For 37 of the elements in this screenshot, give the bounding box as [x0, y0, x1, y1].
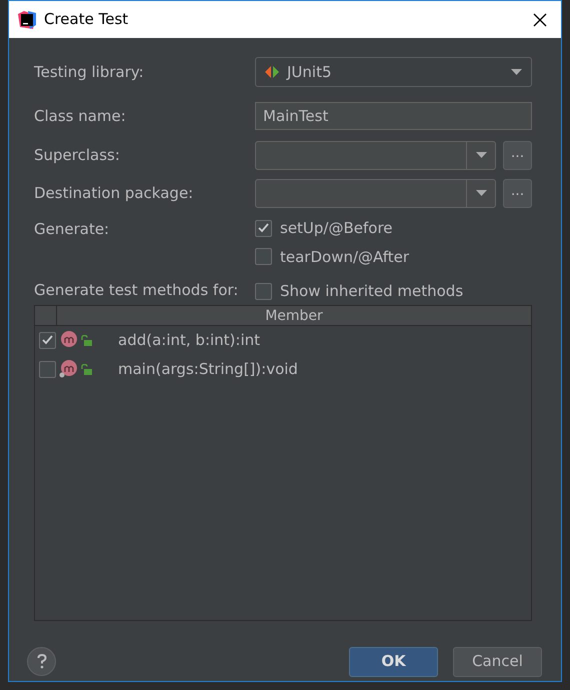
row-checkbox[interactable]	[39, 360, 56, 378]
checkmark-icon	[258, 223, 269, 234]
member-cell-text: main(args:String[]):void	[118, 358, 298, 380]
field-label: Testing library:	[34, 62, 145, 83]
combo-box[interactable]	[255, 178, 496, 208]
member-cell-text: add(a:int, b:int):int	[118, 330, 260, 351]
field-label: Generate:	[34, 219, 110, 240]
close-icon[interactable]	[533, 12, 547, 26]
field-label: Superclass:	[34, 144, 121, 166]
app-logo-icon	[18, 10, 36, 28]
junit-icon	[265, 66, 279, 78]
checkbox[interactable]	[255, 220, 272, 237]
library-dropdown[interactable]: JUnit5	[255, 57, 532, 87]
field-label: Destination package:	[34, 182, 194, 204]
browse-button[interactable]: ...	[503, 140, 532, 170]
checkbox-label: tearDown/@After	[280, 246, 410, 268]
checkbox-label: setUp/@Before	[280, 218, 393, 239]
browse-button[interactable]: ...	[503, 178, 532, 208]
checkbox[interactable]	[255, 248, 272, 266]
caret-icon	[511, 69, 522, 75]
ok-button[interactable]: OK	[349, 646, 438, 676]
field-label: Generate test methods for:	[34, 280, 240, 300]
caret-icon	[476, 190, 486, 196]
field-label: Class name:	[34, 106, 127, 127]
cancel-button[interactable]: Cancel	[453, 646, 542, 676]
combo-box[interactable]	[255, 140, 496, 170]
question-icon	[36, 654, 46, 669]
checkbox[interactable]	[255, 282, 272, 300]
checkmark-icon	[42, 335, 53, 345]
class-name-field[interactable]: MainTest	[255, 102, 532, 130]
checkbox-label: Show inherited methods	[280, 281, 464, 302]
window-title: Create Test	[44, 9, 128, 30]
lock-icon	[80, 364, 92, 374]
lock-icon	[80, 334, 92, 346]
caret-icon	[476, 152, 486, 158]
row-checkbox[interactable]	[39, 332, 56, 348]
help-button[interactable]	[27, 647, 56, 676]
